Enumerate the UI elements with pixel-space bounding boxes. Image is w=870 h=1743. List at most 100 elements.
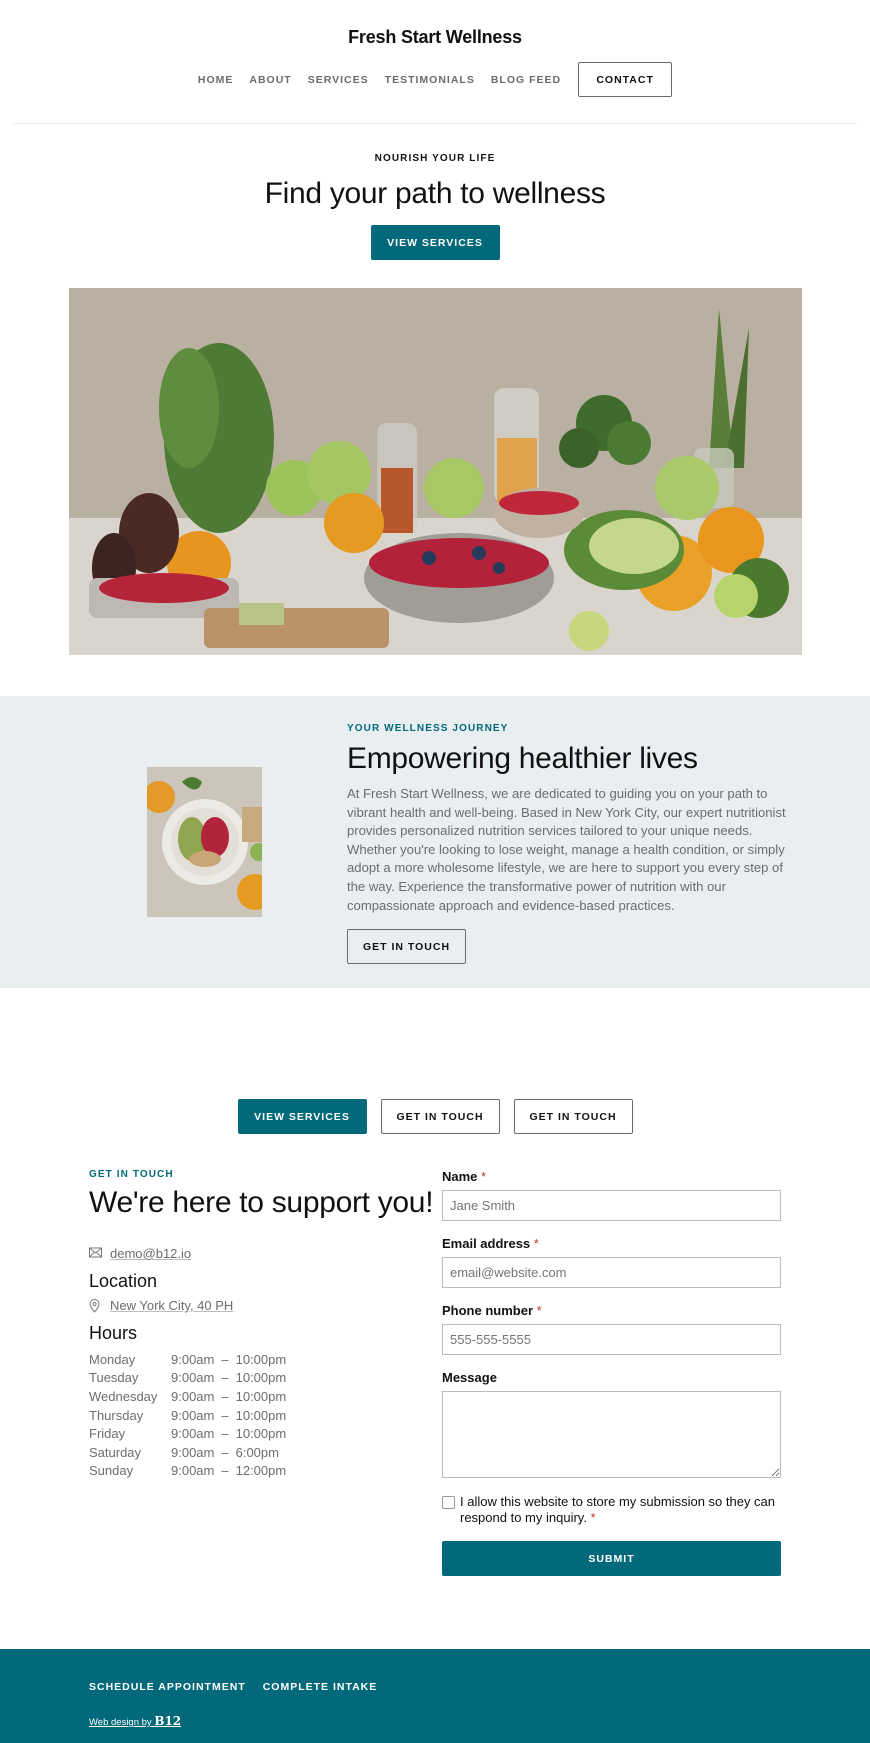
email-input[interactable] bbox=[442, 1257, 781, 1288]
produce-illustration bbox=[68, 288, 802, 655]
location-heading: Location bbox=[89, 1271, 158, 1291]
site-footer: SCHEDULE APPOINTMENT COMPLETE INTAKE Web… bbox=[0, 1649, 870, 1743]
cta-get-in-touch-button-2[interactable]: GET IN TOUCH bbox=[513, 1099, 633, 1134]
hours-dash: – bbox=[221, 1407, 229, 1423]
location-line: New York City, 40 PH bbox=[89, 1298, 429, 1313]
location-link[interactable]: New York City, 40 PH bbox=[110, 1298, 233, 1313]
b12-logo: B12 bbox=[154, 1714, 182, 1728]
hours-day: Tuesday bbox=[89, 1370, 139, 1386]
hours-row: Saturday 9:00am –6:00pm bbox=[89, 1443, 286, 1462]
wellness-journey-section: YOUR WELLNESS JOURNEY Empowering healthi… bbox=[0, 696, 870, 988]
contact-title: We're here to support you! bbox=[89, 1186, 434, 1219]
hours-row: Monday 9:00am –10:00pm bbox=[89, 1350, 286, 1369]
hours-open: 9:00am bbox=[171, 1388, 215, 1404]
cta-get-in-touch-button[interactable]: GET IN TOUCH bbox=[380, 1099, 500, 1134]
journey-title: Empowering healthier lives bbox=[347, 742, 698, 775]
submit-button[interactable]: SUBMIT bbox=[442, 1541, 781, 1576]
hours-row: Wednesday 9:00am –10:00pm bbox=[89, 1387, 286, 1406]
phone-label-text: Phone number bbox=[442, 1303, 534, 1318]
contact-form: Name * Email address * Phone number * Me… bbox=[442, 1169, 781, 1576]
phone-input[interactable] bbox=[442, 1324, 781, 1355]
phone-label: Phone number * bbox=[442, 1303, 781, 1318]
hours-dash: – bbox=[221, 1351, 229, 1367]
hours-day: Friday bbox=[89, 1426, 126, 1442]
main-nav: HOME ABOUT SERVICES TESTIMONIALS BLOG FE… bbox=[0, 62, 870, 97]
site-title[interactable]: Fresh Start Wellness bbox=[0, 27, 870, 48]
hours-close: 12:00pm bbox=[235, 1463, 287, 1479]
email-field-group: Email address * bbox=[442, 1236, 781, 1288]
email-line: demo@b12.io bbox=[89, 1246, 429, 1261]
journey-content: YOUR WELLNESS JOURNEY Empowering healthi… bbox=[347, 723, 787, 965]
consent-text: I allow this website to store my submiss… bbox=[460, 1494, 776, 1525]
contact-section: GET IN TOUCH We're here to support you! … bbox=[0, 1169, 870, 1649]
footer-complete-intake-link[interactable]: COMPLETE INTAKE bbox=[263, 1681, 378, 1693]
hero-section: NOURISH YOUR LIFE Find your path to well… bbox=[0, 124, 870, 655]
hours-row: Sunday 9:00am –12:00pm bbox=[89, 1462, 286, 1481]
salad-illustration bbox=[147, 767, 262, 917]
hours-open: 9:00am bbox=[171, 1463, 215, 1479]
nav-about[interactable]: ABOUT bbox=[249, 74, 291, 86]
hours-row: Thursday 9:00am –10:00pm bbox=[89, 1406, 286, 1425]
email-link[interactable]: demo@b12.io bbox=[110, 1246, 191, 1261]
hours-day: Saturday bbox=[89, 1444, 142, 1460]
journey-get-in-touch-button[interactable]: GET IN TOUCH bbox=[347, 929, 466, 965]
consent-row: I allow this website to store my submiss… bbox=[442, 1494, 781, 1526]
required-mark: * bbox=[536, 1303, 542, 1318]
nav-testimonials[interactable]: TESTIMONIALS bbox=[385, 74, 475, 86]
map-pin-icon bbox=[89, 1299, 102, 1313]
hours-close: 10:00pm bbox=[235, 1426, 287, 1442]
email-label: Email address * bbox=[442, 1236, 781, 1251]
hero-eyebrow: NOURISH YOUR LIFE bbox=[374, 153, 496, 164]
nav-services[interactable]: SERVICES bbox=[308, 74, 369, 86]
hours-row: Tuesday 9:00am –10:00pm bbox=[89, 1369, 286, 1388]
hours-dash: – bbox=[221, 1426, 229, 1442]
required-mark: * bbox=[481, 1169, 487, 1184]
credit-prefix: Web design by bbox=[89, 1717, 155, 1728]
message-field-group: Message bbox=[442, 1370, 781, 1483]
message-label: Message bbox=[442, 1370, 497, 1385]
hours-row: Friday 9:00am –10:00pm bbox=[89, 1424, 286, 1443]
hours-dash: – bbox=[221, 1463, 229, 1479]
hours-day: Sunday bbox=[89, 1463, 134, 1479]
hours-dash: – bbox=[221, 1388, 229, 1404]
hours-day: Monday bbox=[89, 1351, 136, 1367]
hours-dash: – bbox=[221, 1370, 229, 1386]
phone-field-group: Phone number * bbox=[442, 1303, 781, 1355]
name-label: Name * bbox=[442, 1169, 781, 1184]
contact-info: GET IN TOUCH We're here to support you! … bbox=[89, 1169, 434, 1480]
contact-eyebrow: GET IN TOUCH bbox=[89, 1169, 174, 1180]
hero-view-services-button[interactable]: VIEW SERVICES bbox=[370, 225, 500, 260]
hours-open: 9:00am bbox=[171, 1351, 215, 1367]
nav-blog-feed[interactable]: BLOG FEED bbox=[491, 74, 561, 86]
name-label-text: Name bbox=[442, 1169, 478, 1184]
hours-day: Wednesday bbox=[89, 1388, 158, 1404]
site-header: Fresh Start Wellness HOME ABOUT SERVICES… bbox=[0, 0, 870, 124]
salad-plate-image bbox=[147, 767, 262, 917]
journey-eyebrow: YOUR WELLNESS JOURNEY bbox=[347, 723, 509, 734]
mail-icon bbox=[89, 1247, 102, 1260]
email-label-text: Email address bbox=[442, 1236, 531, 1251]
hours-close: 10:00pm bbox=[235, 1370, 287, 1386]
hours-open: 9:00am bbox=[171, 1370, 215, 1386]
hero-title: Find your path to wellness bbox=[264, 177, 606, 210]
nav-contact-button[interactable]: CONTACT bbox=[578, 62, 673, 97]
consent-checkbox[interactable] bbox=[442, 1496, 455, 1509]
hours-table: Monday 9:00am –10:00pm Tuesday 9:00am –10:00… bbox=[89, 1350, 286, 1480]
hero-image bbox=[68, 288, 802, 655]
message-textarea[interactable] bbox=[442, 1391, 781, 1478]
consent-label[interactable]: I allow this website to store my submiss… bbox=[460, 1494, 781, 1526]
hours-close: 6:00pm bbox=[235, 1444, 279, 1460]
hours-day: Thursday bbox=[89, 1407, 144, 1423]
nav-home[interactable]: HOME bbox=[198, 74, 234, 86]
hours-open: 9:00am bbox=[171, 1426, 215, 1442]
web-design-credit-link[interactable]: Web design by B12 bbox=[89, 1714, 181, 1728]
cta-view-services-button[interactable]: VIEW SERVICES bbox=[237, 1099, 367, 1134]
required-mark: * bbox=[533, 1236, 539, 1251]
footer-schedule-appointment-link[interactable]: SCHEDULE APPOINTMENT bbox=[89, 1681, 246, 1693]
header-divider bbox=[13, 123, 857, 124]
hours-heading: Hours bbox=[89, 1323, 138, 1343]
hours-close: 10:00pm bbox=[235, 1351, 287, 1367]
footer-links: SCHEDULE APPOINTMENT COMPLETE INTAKE bbox=[89, 1681, 377, 1693]
name-field-group: Name * bbox=[442, 1169, 781, 1221]
name-input[interactable] bbox=[442, 1190, 781, 1221]
